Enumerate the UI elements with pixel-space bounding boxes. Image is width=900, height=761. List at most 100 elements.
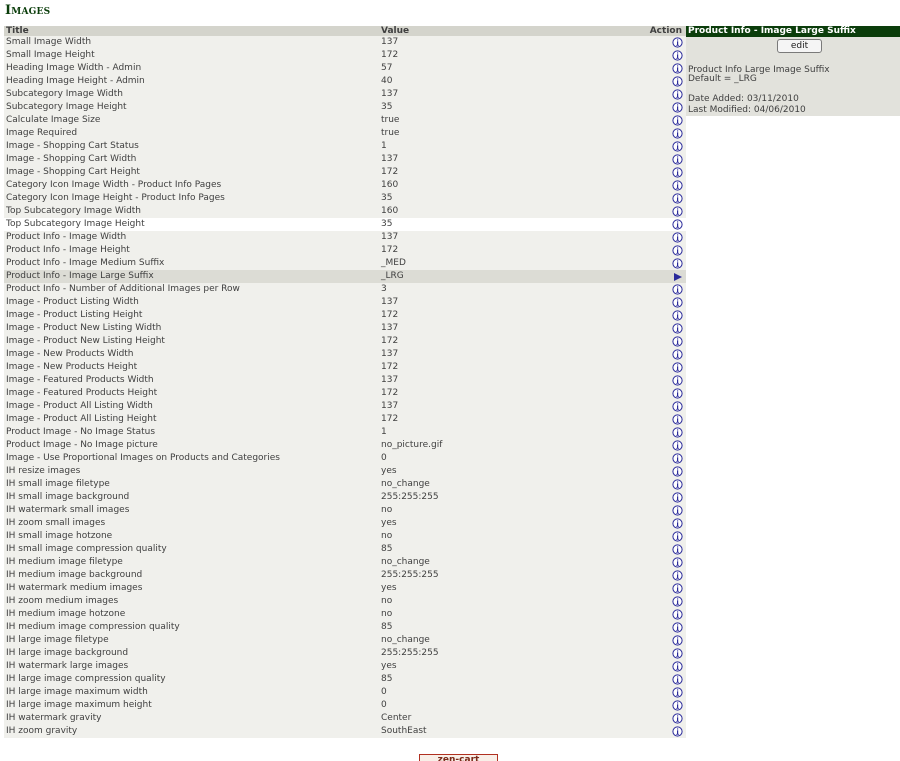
table-row[interactable]: Image - Shopping Cart Width 137 <box>4 153 686 166</box>
table-row[interactable]: IH watermark gravity Center <box>4 712 686 725</box>
info-icon[interactable] <box>672 622 683 633</box>
table-row[interactable]: Image - Product New Listing Width 137 <box>4 322 686 335</box>
info-icon[interactable] <box>672 102 683 113</box>
info-icon[interactable] <box>672 89 683 100</box>
info-icon[interactable] <box>672 466 683 477</box>
info-icon[interactable] <box>672 37 683 48</box>
table-row[interactable]: IH zoom small images yes <box>4 517 686 530</box>
info-icon[interactable] <box>672 518 683 529</box>
table-row[interactable]: IH medium image hotzone no <box>4 608 686 621</box>
table-row[interactable]: Image - Product All Listing Height 172 <box>4 413 686 426</box>
info-icon[interactable] <box>672 427 683 438</box>
info-icon[interactable] <box>672 570 683 581</box>
info-icon[interactable] <box>672 375 683 386</box>
info-icon[interactable] <box>672 440 683 451</box>
info-icon[interactable] <box>672 674 683 685</box>
table-row[interactable]: IH watermark medium images yes <box>4 582 686 595</box>
info-icon[interactable] <box>672 583 683 594</box>
table-row[interactable]: IH small image filetype no_change <box>4 478 686 491</box>
table-row[interactable]: Image - Featured Products Height 172 <box>4 387 686 400</box>
table-row[interactable]: Image Required true <box>4 127 686 140</box>
info-icon[interactable] <box>672 336 683 347</box>
info-icon[interactable] <box>672 128 683 139</box>
table-row[interactable]: Heading Image Width - Admin 57 <box>4 62 686 75</box>
table-row[interactable]: IH medium image background 255:255:255 <box>4 569 686 582</box>
table-row[interactable]: IH watermark small images no <box>4 504 686 517</box>
edit-button[interactable]: edit <box>777 39 822 53</box>
table-row[interactable]: Product Info - Image Medium Suffix _MED <box>4 257 686 270</box>
table-row[interactable]: Image - Use Proportional Images on Produ… <box>4 452 686 465</box>
info-icon[interactable] <box>672 154 683 165</box>
table-row[interactable]: Image - Product Listing Height 172 <box>4 309 686 322</box>
info-icon[interactable] <box>672 661 683 672</box>
info-icon[interactable] <box>672 63 683 74</box>
info-icon[interactable] <box>672 219 683 230</box>
info-icon[interactable] <box>672 206 683 217</box>
table-row[interactable]: IH zoom gravity SouthEast <box>4 725 686 738</box>
table-row[interactable]: Product Info - Number of Additional Imag… <box>4 283 686 296</box>
table-row[interactable]: Category Icon Image Height - Product Inf… <box>4 192 686 205</box>
info-icon[interactable] <box>672 167 683 178</box>
table-row[interactable]: IH small image background 255:255:255 <box>4 491 686 504</box>
table-row[interactable]: Image - Shopping Cart Height 172 <box>4 166 686 179</box>
table-row[interactable]: Image - Featured Products Width 137 <box>4 374 686 387</box>
table-row[interactable]: IH large image maximum height 0 <box>4 699 686 712</box>
info-icon[interactable] <box>672 115 683 126</box>
table-row[interactable]: Product Info - Image Height 172 <box>4 244 686 257</box>
info-icon[interactable] <box>672 648 683 659</box>
info-icon[interactable] <box>672 362 683 373</box>
table-row[interactable]: IH small image hotzone no <box>4 530 686 543</box>
info-icon[interactable] <box>672 323 683 334</box>
table-row[interactable]: Product Image - No Image Status 1 <box>4 426 686 439</box>
info-icon[interactable] <box>672 609 683 620</box>
table-row[interactable]: IH zoom medium images no <box>4 595 686 608</box>
table-row[interactable]: IH large image maximum width 0 <box>4 686 686 699</box>
table-row[interactable]: Image - Product All Listing Width 137 <box>4 400 686 413</box>
table-row[interactable]: Subcategory Image Height 35 <box>4 101 686 114</box>
info-icon[interactable] <box>672 531 683 542</box>
info-icon[interactable] <box>672 401 683 412</box>
info-icon[interactable] <box>672 297 683 308</box>
table-row[interactable]: Small Image Height 172 <box>4 49 686 62</box>
table-row[interactable]: IH large image background 255:255:255 <box>4 647 686 660</box>
info-icon[interactable] <box>672 310 683 321</box>
info-icon[interactable] <box>672 687 683 698</box>
table-row[interactable]: IH small image compression quality 85 <box>4 543 686 556</box>
table-row[interactable]: Subcategory Image Width 137 <box>4 88 686 101</box>
info-icon[interactable] <box>672 193 683 204</box>
info-icon[interactable] <box>672 635 683 646</box>
info-icon[interactable] <box>672 141 683 152</box>
info-icon[interactable] <box>672 557 683 568</box>
table-row[interactable]: IH large image filetype no_change <box>4 634 686 647</box>
info-icon[interactable] <box>672 700 683 711</box>
table-row[interactable]: Heading Image Height - Admin 40 <box>4 75 686 88</box>
table-row[interactable]: Small Image Width 137 <box>4 36 686 49</box>
table-row[interactable]: Top Subcategory Image Height 35 <box>4 218 686 231</box>
info-icon[interactable] <box>672 596 683 607</box>
info-icon[interactable] <box>672 479 683 490</box>
table-row[interactable]: IH medium image compression quality 85 <box>4 621 686 634</box>
zen-cart-logo[interactable]: zen-cart <box>419 754 498 761</box>
arrow-icon[interactable] <box>672 271 683 282</box>
table-row[interactable]: Product Image - No Image picture no_pictu… <box>4 439 686 452</box>
info-icon[interactable] <box>672 349 683 360</box>
table-row[interactable]: Product Info - Image Width 137 <box>4 231 686 244</box>
table-row[interactable]: Image - Product New Listing Height 172 <box>4 335 686 348</box>
info-icon[interactable] <box>672 726 683 737</box>
table-row[interactable]: Top Subcategory Image Width 160 <box>4 205 686 218</box>
table-row[interactable]: IH medium image filetype no_change <box>4 556 686 569</box>
info-icon[interactable] <box>672 50 683 61</box>
info-icon[interactable] <box>672 232 683 243</box>
info-icon[interactable] <box>672 453 683 464</box>
table-row[interactable]: Calculate Image Size true <box>4 114 686 127</box>
table-row[interactable]: Product Info - Image Large Suffix _LRG <box>4 270 686 283</box>
info-icon[interactable] <box>672 284 683 295</box>
table-row[interactable]: Image - Product Listing Width 137 <box>4 296 686 309</box>
table-row[interactable]: IH watermark large images yes <box>4 660 686 673</box>
table-row[interactable]: IH large image compression quality 85 <box>4 673 686 686</box>
table-row[interactable]: Category Icon Image Width - Product Info… <box>4 179 686 192</box>
table-row[interactable]: IH resize images yes <box>4 465 686 478</box>
table-row[interactable]: Image - New Products Width 137 <box>4 348 686 361</box>
info-icon[interactable] <box>672 505 683 516</box>
info-icon[interactable] <box>672 492 683 503</box>
